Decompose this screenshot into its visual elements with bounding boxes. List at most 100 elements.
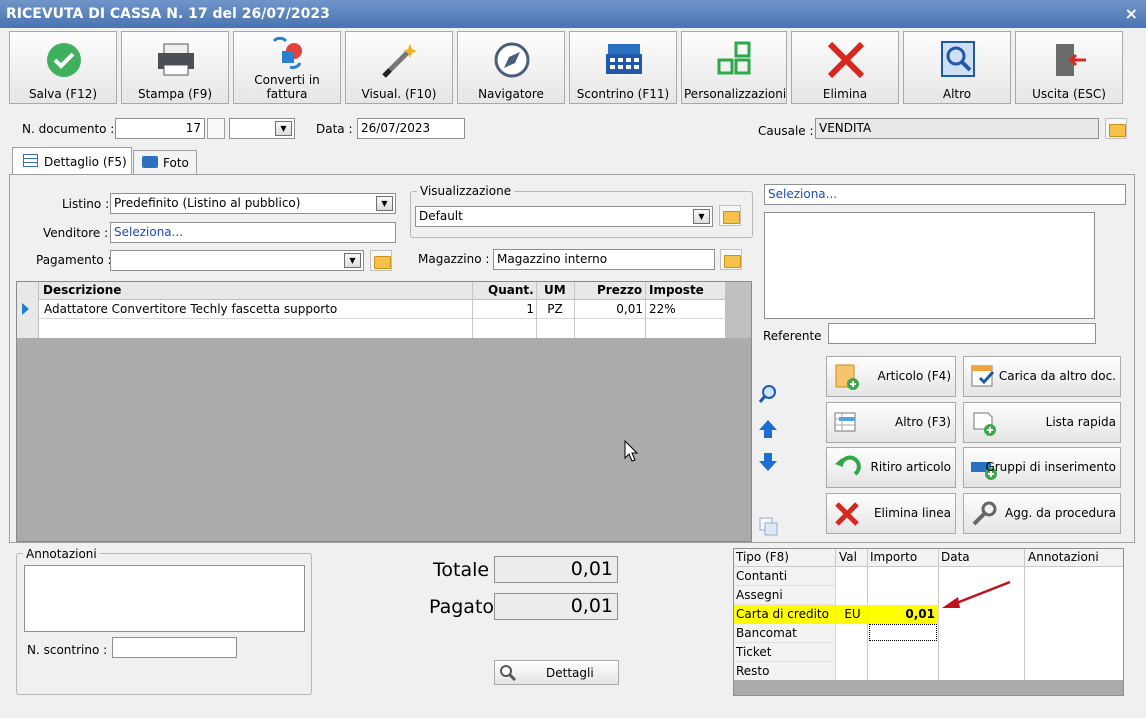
move-down-icon[interactable] [757,451,779,473]
tab-foto[interactable]: Foto [133,150,197,175]
printer-icon [122,40,228,80]
contact-select[interactable]: Seleziona... [764,184,1126,205]
insert-groups-label: Gruppi di inserimento [985,460,1116,474]
load-other-doc-button[interactable]: Carica da altro doc. [963,356,1121,397]
table-row-new[interactable] [39,319,725,338]
payment-type-contanti[interactable]: Contanti [734,567,836,586]
delete-line-button[interactable]: Elimina linea [826,493,956,534]
col-val[interactable]: Val [839,550,857,564]
col-um[interactable]: UM [544,283,566,297]
grid-divider [472,282,473,338]
return-article-button[interactable]: Ritiro articolo [826,447,956,488]
payment-importo-bancomat[interactable] [869,624,937,641]
convert-button[interactable]: Converti in fattura [233,31,341,104]
navigator-button[interactable]: Navigatore [457,31,565,104]
cell-imposte[interactable]: 22% [649,302,676,316]
delete-button[interactable]: Elimina [791,31,899,104]
pagamento-folder-icon[interactable] [370,250,392,271]
tab-foto-label: Foto [163,156,189,170]
col-data[interactable]: Data [941,550,970,564]
col-quant[interactable]: Quant. [488,283,534,297]
copy-rows-icon[interactable] [757,515,779,537]
visual-label: Visual. (F10) [361,87,437,101]
zoom-icon [499,664,517,685]
other-button[interactable]: Altro [903,31,1011,104]
quick-list-button[interactable]: Lista rapida [963,402,1121,443]
add-from-procedure-button[interactable]: Agg. da procedura [963,493,1121,534]
window-titlebar: RICEVUTA DI CASSA N. 17 del 26/07/2023 [0,0,1146,28]
listino-label: Listino : [62,197,110,211]
contact-details-box[interactable] [764,212,1095,319]
annotazioni-textarea[interactable] [24,565,305,632]
magnifier-icon [904,40,1010,80]
pagato-label: Pagato [429,596,495,618]
receipt-button[interactable]: Scontrino (F11) [569,31,677,104]
document-series-select[interactable]: ▼ [229,118,295,139]
wrench-icon [970,500,998,528]
col-annotazioni[interactable]: Annotazioni [1028,550,1099,564]
customize-button[interactable]: Personalizzazioni [681,31,787,104]
compass-icon [458,40,564,80]
cell-quant[interactable]: 1 [474,302,534,316]
payment-type-bancomat[interactable]: Bancomat [734,624,836,643]
payment-type-ticket[interactable]: Ticket [734,643,836,662]
payment-type-resto[interactable]: Resto [734,662,836,681]
window-title: RICEVUTA DI CASSA N. 17 del 26/07/2023 [6,6,330,22]
col-imposte[interactable]: Imposte [649,283,704,297]
insert-groups-button[interactable]: Gruppi di inserimento [963,447,1121,488]
move-up-icon[interactable] [757,418,779,440]
document-number-field[interactable]: 17 [115,118,205,139]
document-number-spin[interactable] [207,118,225,139]
other-f3-button[interactable]: Altro (F3) [826,402,956,443]
add-article-button[interactable]: Articolo (F4) [826,356,956,397]
chevron-down-icon: ▼ [693,209,710,224]
document-number-label: N. documento : [22,122,115,136]
payment-type-carta[interactable]: Carta di credito [734,605,836,624]
delete-line-icon [833,500,861,528]
col-descrizione[interactable]: Descrizione [43,283,121,297]
details-button[interactable]: Dettagli [494,660,619,685]
print-button[interactable]: Stampa (F9) [121,31,229,104]
search-icon[interactable] [757,383,779,405]
col-importo[interactable]: Importo [870,550,917,564]
listino-select[interactable]: Predefinito (Listino al pubblico) ▼ [110,193,396,214]
payment-type-assegni[interactable]: Assegni [734,586,836,605]
tab-dettaglio[interactable]: Dettaglio (F5) [12,147,132,175]
visual-button[interactable]: Visual. (F10) [345,31,453,104]
save-button[interactable]: Salva (F12) [9,31,117,104]
causale-label: Causale : [758,124,814,138]
pagamento-select[interactable]: ▼ [110,250,364,271]
exit-icon [1016,40,1122,80]
visualizzazione-select[interactable]: Default ▼ [415,206,713,227]
magazzino-folder-icon[interactable] [720,249,742,270]
payment-importo-carta[interactable]: 0,01 [868,605,939,624]
date-field[interactable]: 26/07/2023 [357,118,465,139]
col-prezzo[interactable]: Prezzo [597,283,642,297]
chevron-down-icon: ▼ [376,196,393,211]
referente-label: Referente [763,329,822,343]
grid-divider [536,282,537,338]
cell-descrizione[interactable]: Adattatore Convertitore Techly fascetta … [44,302,337,316]
exit-button[interactable]: Uscita (ESC) [1015,31,1123,104]
print-label: Stampa (F9) [137,87,213,101]
other-f3-label: Altro (F3) [895,415,951,429]
return-article-label: Ritiro articolo [870,460,951,474]
annotazioni-label: Annotazioni [23,547,100,561]
cell-prezzo[interactable]: 0,01 [575,302,643,316]
save-label: Salva (F12) [28,87,98,101]
close-icon[interactable]: × [1125,0,1138,28]
magazzino-field[interactable]: Magazzino interno [493,249,715,270]
referente-field[interactable] [828,323,1096,344]
col-tipo[interactable]: Tipo (F8) [736,550,789,564]
payment-val-carta[interactable]: EU [836,605,868,624]
magazzino-label: Magazzino : [418,252,490,266]
mouse-cursor-icon [624,440,639,462]
add-from-procedure-label: Agg. da procedura [1005,506,1116,520]
visualizzazione-folder-icon[interactable] [719,205,741,226]
scontrino-number-field[interactable] [112,637,237,658]
causale-field[interactable]: VENDITA [815,118,1099,139]
cell-um[interactable]: PZ [536,302,574,316]
venditore-field[interactable]: Seleziona... [110,222,396,243]
causale-folder-icon[interactable] [1105,118,1127,139]
convert-label: Converti in fattura [254,73,320,101]
